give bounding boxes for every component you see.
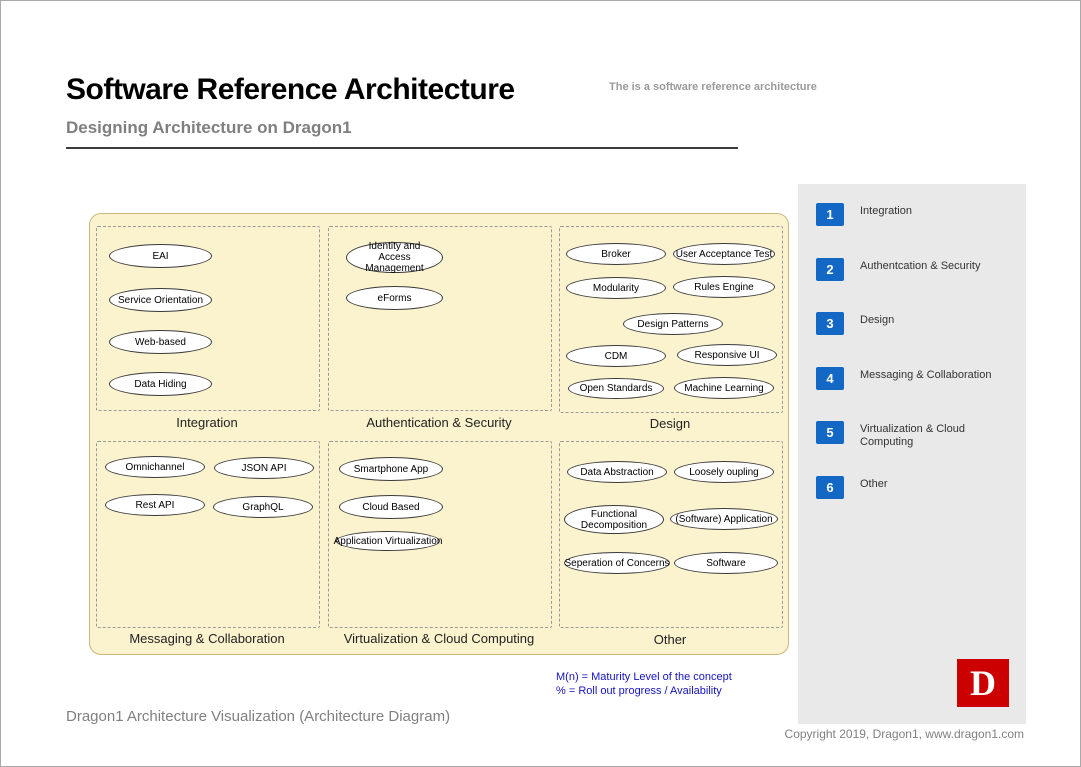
concept-eforms[interactable]: eForms [346, 286, 443, 310]
concept-cloud-based[interactable]: Cloud Based [339, 495, 443, 519]
legend-item-messaging[interactable]: 4 Messaging & Collaboration [798, 367, 1026, 397]
concept-separation-of-concerns[interactable]: Seperation of Concerns [564, 552, 670, 574]
group-label-design: Design [559, 416, 781, 431]
legend-item-label: Other [860, 478, 1020, 491]
concept-omnichannel[interactable]: Omnichannel [105, 456, 205, 478]
legend-item-label: Virtualization & Cloud Computing [860, 423, 1020, 449]
concept-software[interactable]: Software [674, 552, 778, 574]
legend-item-authentication[interactable]: 2 Authentcation & Security [798, 258, 1026, 288]
concept-eai[interactable]: EAI [109, 244, 212, 268]
concept-data-abstraction[interactable]: Data Abstraction [567, 461, 667, 483]
legend-item-label: Design [860, 314, 1020, 327]
page-title: Software Reference Architecture [66, 73, 515, 107]
concept-cdm[interactable]: CDM [566, 345, 666, 367]
concept-open-standards[interactable]: Open Standards [568, 378, 664, 399]
concept-responsive-ui[interactable]: Responsive UI [677, 344, 777, 366]
legend-item-label: Messaging & Collaboration [860, 369, 1020, 382]
concept-loosely-coupling[interactable]: Loosely oupling [674, 461, 774, 483]
concept-service-orientation[interactable]: Service Orientation [109, 288, 212, 312]
footer-caption: Dragon1 Architecture Visualization (Arch… [66, 708, 450, 725]
concept-identity-access-management[interactable]: Identity and Access Management [346, 242, 443, 273]
legend-item-virtualization[interactable]: 5 Virtualization & Cloud Computing [798, 421, 1026, 451]
concept-software-application[interactable]: (Software) Application [670, 508, 778, 530]
concept-json-api[interactable]: JSON API [214, 457, 314, 479]
legend-number-badge: 4 [816, 367, 844, 390]
legend-item-label: Integration [860, 205, 1020, 218]
concept-user-acceptance-test[interactable]: User Acceptance Test [673, 243, 775, 265]
dragon1-logo[interactable]: D [957, 659, 1009, 707]
logo-letter: D [970, 662, 996, 704]
maturity-notes: M(n) = Maturity Level of the concept % =… [556, 670, 732, 698]
concept-data-hiding[interactable]: Data Hiding [109, 372, 212, 396]
group-label-virtualization: Virtualization & Cloud Computing [328, 631, 550, 646]
title-divider [66, 147, 738, 149]
legend-number-badge: 6 [816, 476, 844, 499]
legend-item-design[interactable]: 3 Design [798, 312, 1026, 342]
canvas: Software Reference Architecture The is a… [0, 0, 1081, 767]
legend-panel: 1 Integration 2 Authentcation & Security… [798, 184, 1026, 724]
legend-number-badge: 2 [816, 258, 844, 281]
legend-item-integration[interactable]: 1 Integration [798, 203, 1026, 233]
concept-smartphone-app[interactable]: Smartphone App [339, 457, 443, 481]
legend-number-badge: 3 [816, 312, 844, 335]
maturity-note-line1: M(n) = Maturity Level of the concept [556, 670, 732, 684]
legend-item-other[interactable]: 6 Other [798, 476, 1026, 506]
maturity-note-line2: % = Roll out progress / Availability [556, 684, 732, 698]
concept-machine-learning[interactable]: Machine Learning [674, 377, 774, 399]
group-label-integration: Integration [96, 415, 318, 430]
concept-modularity[interactable]: Modularity [566, 277, 666, 299]
concept-rest-api[interactable]: Rest API [105, 494, 205, 516]
group-label-other: Other [559, 632, 781, 647]
group-label-authentication: Authentication & Security [328, 415, 550, 430]
title-note: The is a software reference architecture [609, 81, 817, 93]
concept-design-patterns[interactable]: Design Patterns [623, 313, 723, 335]
copyright-text: Copyright 2019, Dragon1, www.dragon1.com [724, 727, 1024, 741]
concept-functional-decomposition[interactable]: Functional Decomposition [564, 505, 664, 534]
concept-rules-engine[interactable]: Rules Engine [673, 276, 775, 298]
group-label-messaging: Messaging & Collaboration [96, 631, 318, 646]
legend-number-badge: 5 [816, 421, 844, 444]
legend-item-label: Authentcation & Security [860, 260, 1020, 273]
concept-graphql[interactable]: GraphQL [213, 496, 313, 518]
concept-application-virtualization[interactable]: Application Virtualization [336, 531, 440, 551]
legend-number-badge: 1 [816, 203, 844, 226]
concept-broker[interactable]: Broker [566, 243, 666, 265]
page-subtitle: Designing Architecture on Dragon1 [66, 118, 352, 138]
concept-web-based[interactable]: Web-based [109, 330, 212, 354]
